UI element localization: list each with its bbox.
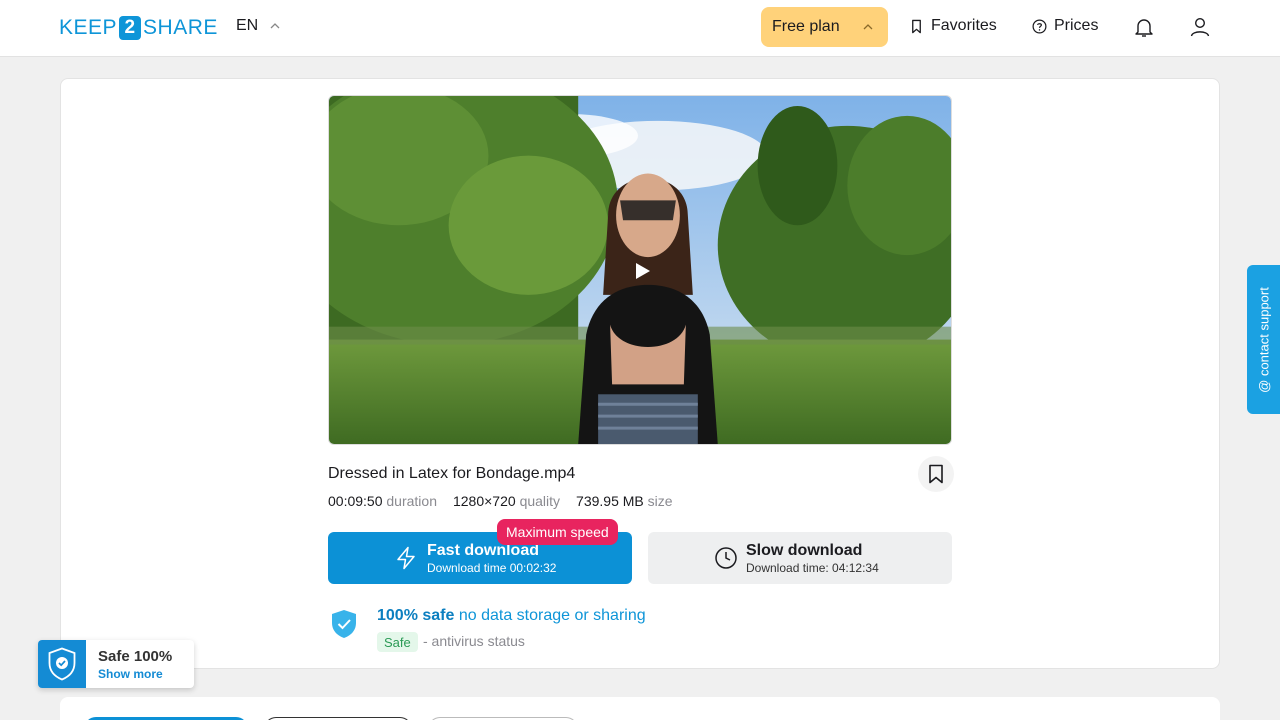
bookmark-icon	[912, 19, 921, 33]
safe-status-badge: Safe	[377, 632, 418, 652]
safe-widget-title: Safe 100%	[98, 648, 173, 665]
video-preview[interactable]	[328, 95, 952, 445]
size-info: 739.95 MB size	[576, 493, 673, 509]
safe-widget[interactable]: Safe 100% Show more	[38, 640, 194, 688]
favorites-label: Favorites	[931, 17, 997, 34]
quality-info: 1280×720 quality	[453, 493, 560, 509]
safe-widget-icon-box	[38, 640, 86, 688]
plan-label: Free plan	[772, 18, 840, 35]
size-value: 739.95 MB	[576, 493, 644, 509]
top-header: KEEP 2 SHARE EN Free plan Favorites Pric…	[0, 0, 1280, 57]
maximum-speed-badge: Maximum speed	[497, 519, 618, 545]
language-selector[interactable]: EN	[236, 17, 280, 35]
file-metadata: 00:09:50 duration 1280×720 quality 739.9…	[328, 493, 673, 509]
bookmark-icon	[929, 464, 943, 484]
show-more-link[interactable]: Show more	[98, 667, 163, 681]
favorites-link[interactable]: Favorites	[909, 17, 997, 35]
logo-text-right: SHARE	[143, 16, 218, 39]
chevron-up-icon	[863, 24, 873, 30]
shield-check-icon	[332, 610, 356, 638]
file-title: Dressed in Latex for Bondage.mp4	[328, 465, 576, 482]
duration-label: duration	[386, 493, 437, 509]
quality-label: quality	[519, 493, 561, 509]
antivirus-status-text: - antivirus status	[423, 633, 525, 649]
bell-icon[interactable]	[1132, 15, 1156, 39]
size-label: size	[647, 493, 673, 509]
user-icon[interactable]	[1188, 15, 1212, 39]
logo-text-left: KEEP	[59, 16, 118, 39]
prices-label: Prices	[1054, 17, 1099, 34]
help-circle-icon	[1032, 19, 1047, 33]
clock-icon	[715, 547, 737, 569]
safety-headline: 100% safe no data storage or sharing	[377, 607, 646, 625]
add-to-favorites-button[interactable]	[918, 456, 954, 492]
contact-support-label: @ contact support	[1256, 286, 1271, 393]
quality-value: 1280×720	[452, 493, 516, 509]
duration-value: 00:09:50	[328, 493, 383, 509]
duration-info: 00:09:50 duration	[328, 493, 437, 509]
shield-check-icon	[48, 647, 76, 681]
play-icon[interactable]	[632, 261, 652, 281]
slow-download-time: Download time: 04:12:34	[746, 561, 879, 575]
free-plan-button[interactable]: Free plan	[761, 7, 888, 47]
slow-download-title: Slow download	[746, 542, 863, 559]
lightning-icon	[397, 546, 415, 570]
safety-headline-rest: no data storage or sharing	[458, 607, 646, 624]
chevron-up-icon	[270, 23, 280, 29]
fast-download-time: Download time 00:02:32	[427, 561, 557, 575]
prices-link[interactable]: Prices	[1032, 17, 1098, 35]
safety-headline-bold: 100% safe	[377, 607, 455, 624]
slow-download-button[interactable]: Slow download Download time: 04:12:34	[648, 532, 952, 584]
language-label: EN	[236, 17, 259, 34]
contact-support-tab[interactable]: @ contact support	[1247, 265, 1280, 414]
keep2share-logo[interactable]: KEEP 2 SHARE	[59, 14, 218, 42]
bottom-panel	[60, 697, 1220, 720]
logo-text-mid: 2	[119, 16, 142, 40]
